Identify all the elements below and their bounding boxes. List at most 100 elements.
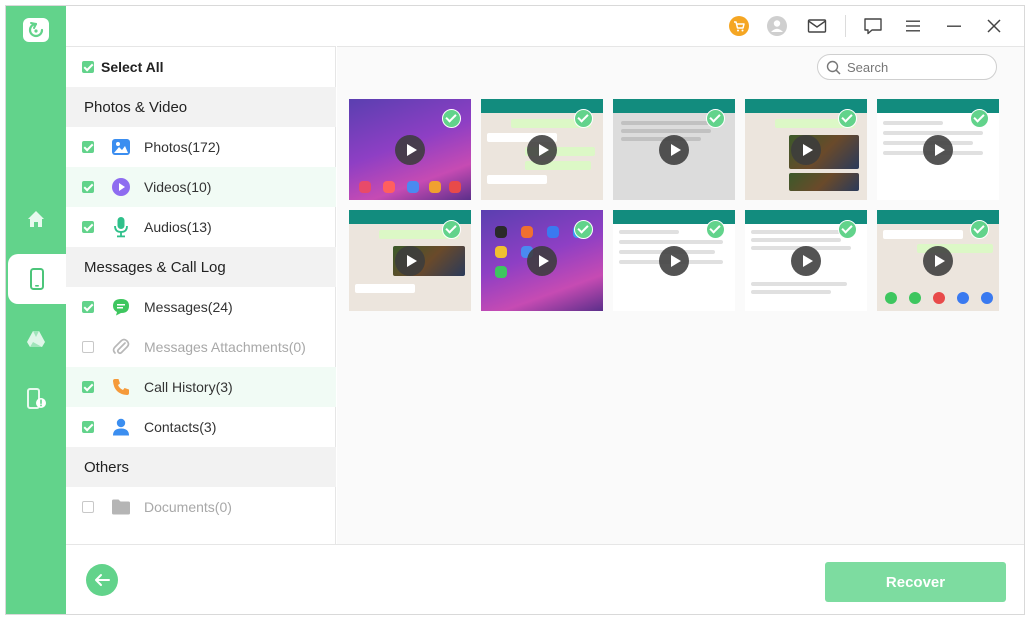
video-thumbnail[interactable] xyxy=(349,210,471,311)
documents-checkbox[interactable] xyxy=(82,501,94,513)
category-photos[interactable]: Photos(172) xyxy=(66,127,336,167)
rail-broken-device-button[interactable] xyxy=(6,374,66,424)
select-all-label: Select All xyxy=(101,59,164,75)
category-label: Messages Attachments(0) xyxy=(144,339,306,355)
category-label: Videos(10) xyxy=(144,179,212,195)
video-thumbnail[interactable] xyxy=(745,99,867,200)
rail-drive-button[interactable] xyxy=(6,314,66,364)
video-thumbnail[interactable] xyxy=(877,210,999,311)
play-icon xyxy=(527,246,557,276)
title-bar xyxy=(66,6,1024,46)
title-bar-separator xyxy=(845,15,846,37)
category-label: Audios(13) xyxy=(144,219,212,235)
selected-check-icon[interactable] xyxy=(970,220,989,239)
selected-check-icon[interactable] xyxy=(706,109,725,128)
selected-check-icon[interactable] xyxy=(442,109,461,128)
selected-check-icon[interactable] xyxy=(838,109,857,128)
contacts-checkbox[interactable] xyxy=(82,421,94,433)
left-rail xyxy=(6,6,66,614)
recover-button[interactable]: Recover xyxy=(825,562,1006,602)
selected-check-icon[interactable] xyxy=(970,109,989,128)
microphone-icon xyxy=(110,216,132,238)
play-icon xyxy=(923,246,953,276)
app-window: Select All Photos & Video Photos(172) Vi… xyxy=(5,5,1025,615)
back-button[interactable] xyxy=(86,564,118,596)
mail-button[interactable] xyxy=(805,14,829,38)
photo-icon xyxy=(110,136,132,158)
close-button[interactable] xyxy=(982,14,1006,38)
play-icon xyxy=(791,246,821,276)
app-logo xyxy=(23,18,49,42)
menu-button[interactable] xyxy=(901,14,925,38)
minimize-button[interactable] xyxy=(942,14,966,38)
select-all-row[interactable]: Select All xyxy=(66,47,336,87)
audios-checkbox[interactable] xyxy=(82,221,94,233)
selected-check-icon[interactable] xyxy=(574,109,593,128)
preview-area xyxy=(337,46,1024,544)
account-button[interactable] xyxy=(765,14,789,38)
google-drive-icon xyxy=(27,331,45,347)
category-label: Messages(24) xyxy=(144,299,233,315)
attachments-checkbox[interactable] xyxy=(82,341,94,353)
call-history-checkbox[interactable] xyxy=(82,381,94,393)
play-icon xyxy=(659,135,689,165)
phone-icon xyxy=(30,268,44,290)
category-label: Documents(0) xyxy=(144,499,232,515)
bottom-bar: Recover xyxy=(66,544,1024,614)
select-all-checkbox[interactable] xyxy=(82,61,94,73)
cart-button[interactable] xyxy=(727,14,751,38)
play-icon xyxy=(395,135,425,165)
phone-call-icon xyxy=(110,376,132,398)
category-label: Call History(3) xyxy=(144,379,233,395)
rail-device-button[interactable] xyxy=(8,254,66,304)
play-icon xyxy=(395,246,425,276)
category-messages-attachments[interactable]: Messages Attachments(0) xyxy=(66,327,336,367)
rail-home-button[interactable] xyxy=(6,194,66,244)
category-messages[interactable]: Messages(24) xyxy=(66,287,336,327)
section-photos-video: Photos & Video xyxy=(66,87,336,127)
feedback-icon xyxy=(864,18,882,35)
play-icon xyxy=(527,135,557,165)
selected-check-icon[interactable] xyxy=(838,220,857,239)
contact-icon xyxy=(110,416,132,438)
minimize-icon xyxy=(947,25,961,27)
video-thumbnail[interactable] xyxy=(745,210,867,311)
play-icon xyxy=(923,135,953,165)
phone-warning-icon xyxy=(27,388,46,409)
messages-checkbox[interactable] xyxy=(82,301,94,313)
video-thumbnail[interactable] xyxy=(613,210,735,311)
play-icon xyxy=(659,246,689,276)
video-thumbnail[interactable] xyxy=(613,99,735,200)
search-box[interactable] xyxy=(817,54,997,80)
close-icon xyxy=(987,19,1001,33)
play-icon xyxy=(791,135,821,165)
videos-checkbox[interactable] xyxy=(82,181,94,193)
category-audios[interactable]: Audios(13) xyxy=(66,207,336,247)
selected-check-icon[interactable] xyxy=(442,220,461,239)
home-icon xyxy=(28,211,44,227)
user-icon xyxy=(767,16,787,36)
category-documents[interactable]: Documents(0) xyxy=(66,487,336,527)
video-thumbnail[interactable] xyxy=(481,210,603,311)
video-thumbnail[interactable] xyxy=(481,99,603,200)
mail-icon xyxy=(807,19,827,33)
cart-icon xyxy=(729,16,749,36)
photos-checkbox[interactable] xyxy=(82,141,94,153)
category-videos[interactable]: Videos(10) xyxy=(66,167,336,207)
video-icon xyxy=(110,176,132,198)
search-input[interactable] xyxy=(847,59,987,75)
video-thumbnail[interactable] xyxy=(877,99,999,200)
feedback-button[interactable] xyxy=(861,14,885,38)
menu-icon xyxy=(906,20,920,32)
selected-check-icon[interactable] xyxy=(574,220,593,239)
section-others: Others xyxy=(66,447,336,487)
section-messages-call-log: Messages & Call Log xyxy=(66,247,336,287)
category-contacts[interactable]: Contacts(3) xyxy=(66,407,336,447)
search-icon xyxy=(826,60,841,75)
folder-icon xyxy=(110,496,132,518)
selected-check-icon[interactable] xyxy=(706,220,725,239)
category-call-history[interactable]: Call History(3) xyxy=(66,367,336,407)
arrow-left-icon xyxy=(95,574,110,586)
video-thumbnail[interactable] xyxy=(349,99,471,200)
message-icon xyxy=(110,296,132,318)
